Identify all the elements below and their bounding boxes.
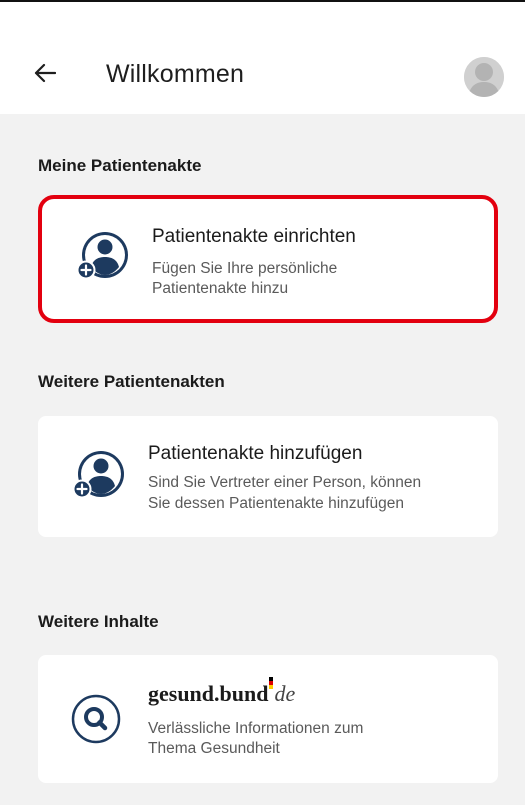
gesund-bund-desc-line1: Verlässliche Informationen zum bbox=[148, 720, 364, 737]
page-title: Willkommen bbox=[106, 60, 245, 88]
avatar[interactable] bbox=[464, 57, 504, 97]
setup-record-desc-line1: Fügen Sie Ihre persönliche bbox=[152, 260, 338, 277]
back-button[interactable] bbox=[30, 58, 60, 88]
add-person-icon bbox=[72, 451, 124, 499]
german-flag-mark bbox=[269, 677, 274, 689]
section-title-more-records: Weitere Patientenakten bbox=[38, 372, 225, 391]
add-record-card[interactable]: Patientenakte hinzufügen Sind Sie Vertre… bbox=[38, 416, 498, 537]
add-record-desc-line2: Sie dessen Patientenakte hinzufügen bbox=[148, 495, 404, 512]
setup-record-title: Patientenakte einrichten bbox=[152, 226, 356, 247]
gesund-bund-card[interactable]: gesund.bund de Verlässliche Informationen… bbox=[38, 655, 498, 783]
section-title-more-content: Weitere Inhalte bbox=[38, 612, 159, 631]
add-record-desc-line1: Sind Sie Vertreter einer Person, können bbox=[148, 474, 422, 491]
gesund-bund-desc-line2: Thema Gesundheit bbox=[148, 740, 280, 757]
setup-record-card[interactable]: Patientenakte einrichten Fügen Sie Ihre … bbox=[38, 195, 498, 323]
add-person-icon bbox=[76, 232, 128, 280]
app-bar: Willkommen bbox=[0, 2, 525, 114]
user-avatar-icon bbox=[464, 57, 504, 97]
search-icon bbox=[71, 694, 121, 744]
gesund-bund-logo: gesund.bund de bbox=[148, 677, 295, 707]
content-area: Meine Patientenakte Patientenakte einric… bbox=[0, 114, 525, 805]
add-record-title: Patientenakte hinzufügen bbox=[148, 443, 363, 464]
setup-record-desc-line2: Patientenakte hinzu bbox=[152, 280, 289, 297]
section-title-my-record: Meine Patientenakte bbox=[38, 156, 202, 175]
arrow-left-icon bbox=[34, 63, 56, 83]
